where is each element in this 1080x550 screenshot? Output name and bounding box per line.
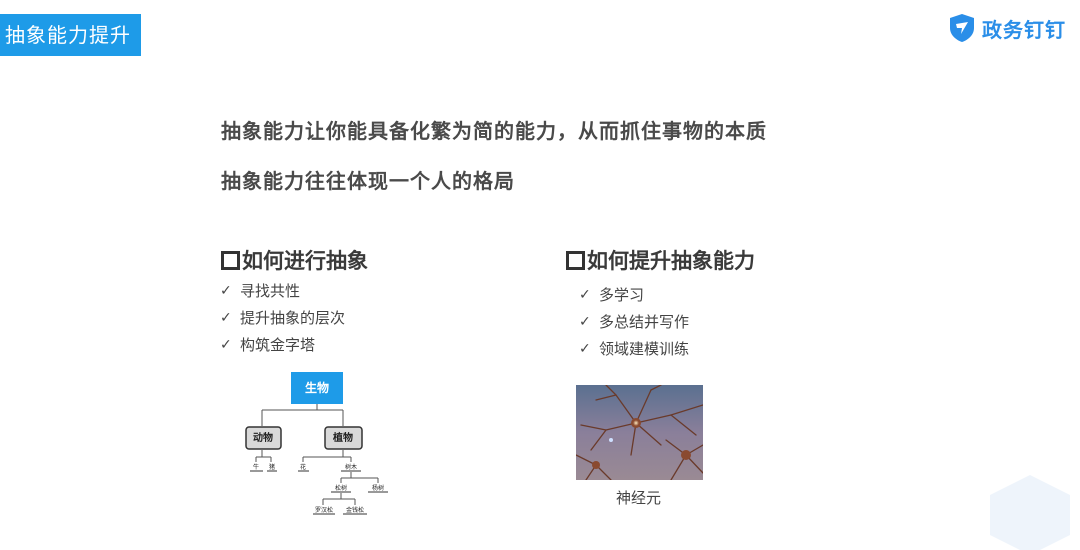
image-caption: 神经元: [616, 489, 662, 507]
hexagon-decoration: [990, 475, 1070, 550]
check-icon: ✓: [579, 286, 591, 303]
section-heading-text: 如何进行抽象: [242, 249, 368, 273]
section-heading-how-to-abstract: 如何进行抽象: [221, 245, 368, 275]
tree-leaf-flower: 花: [300, 463, 306, 471]
brand-name: 政务钉钉: [982, 17, 1066, 42]
tree-root-label: 生物: [305, 380, 329, 395]
list-item: ✓ 提升抽象的层次: [220, 304, 345, 331]
brand-logo: 政务钉钉: [948, 12, 1066, 44]
check-icon: ✓: [220, 309, 232, 326]
list-item: ✓ 多总结并写作: [579, 308, 689, 335]
improve-method-list: ✓ 多学习 ✓ 多总结并写作 ✓ 领域建模训练: [579, 281, 689, 362]
list-item: ✓ 构筑金字塔: [220, 331, 345, 358]
list-item-label: 提升抽象的层次: [240, 309, 346, 327]
slide-title: 抽象能力提升: [0, 14, 141, 56]
neuron-image: [576, 385, 703, 480]
list-item: ✓ 领域建模训练: [579, 335, 689, 362]
tree-leaf-luohan-pine: 罗汉松: [315, 506, 333, 514]
tree-leaf-cow: 牛: [253, 463, 259, 471]
list-item-label: 多学习: [599, 286, 645, 304]
check-icon: ✓: [220, 282, 232, 299]
section-heading-text: 如何提升抽象能力: [587, 249, 755, 273]
tree-node-pine: 松树: [335, 484, 347, 492]
shield-logo-icon: [950, 14, 974, 42]
check-icon: ✓: [579, 340, 591, 357]
check-icon: ✓: [579, 313, 591, 330]
section-heading-how-to-improve: 如何提升抽象能力: [566, 245, 755, 275]
list-item-label: 构筑金字塔: [240, 336, 316, 354]
statement-2: 抽象能力往往体现一个人的格局: [221, 169, 515, 193]
square-bullet-icon: [221, 250, 240, 270]
statement-1: 抽象能力让你能具备化繁为简的能力，从而抓住事物的本质: [221, 119, 767, 143]
tree-leaf-pig: 猪: [269, 463, 275, 471]
classification-tree: 生物 动物 植物 牛 猪 花 树木 松树 杨树 罗汉松 金钱松: [245, 372, 388, 515]
tree-node-plant-label: 植物: [332, 431, 353, 444]
tree-leaf-golden-larch: 金钱松: [346, 506, 364, 514]
list-item-label: 寻找共性: [240, 282, 301, 300]
list-item-label: 多总结并写作: [599, 313, 690, 331]
abstract-method-list: ✓ 寻找共性 ✓ 提升抽象的层次 ✓ 构筑金字塔: [220, 277, 345, 358]
tree-node-animal-label: 动物: [253, 431, 273, 444]
tree-node-trees: 树木: [345, 463, 357, 471]
list-item: ✓ 寻找共性: [220, 277, 345, 304]
list-item: ✓ 多学习: [579, 281, 689, 308]
list-item-label: 领域建模训练: [599, 340, 690, 358]
check-icon: ✓: [220, 336, 232, 353]
square-bullet-icon: [566, 250, 585, 270]
tree-leaf-poplar: 杨树: [372, 484, 384, 492]
